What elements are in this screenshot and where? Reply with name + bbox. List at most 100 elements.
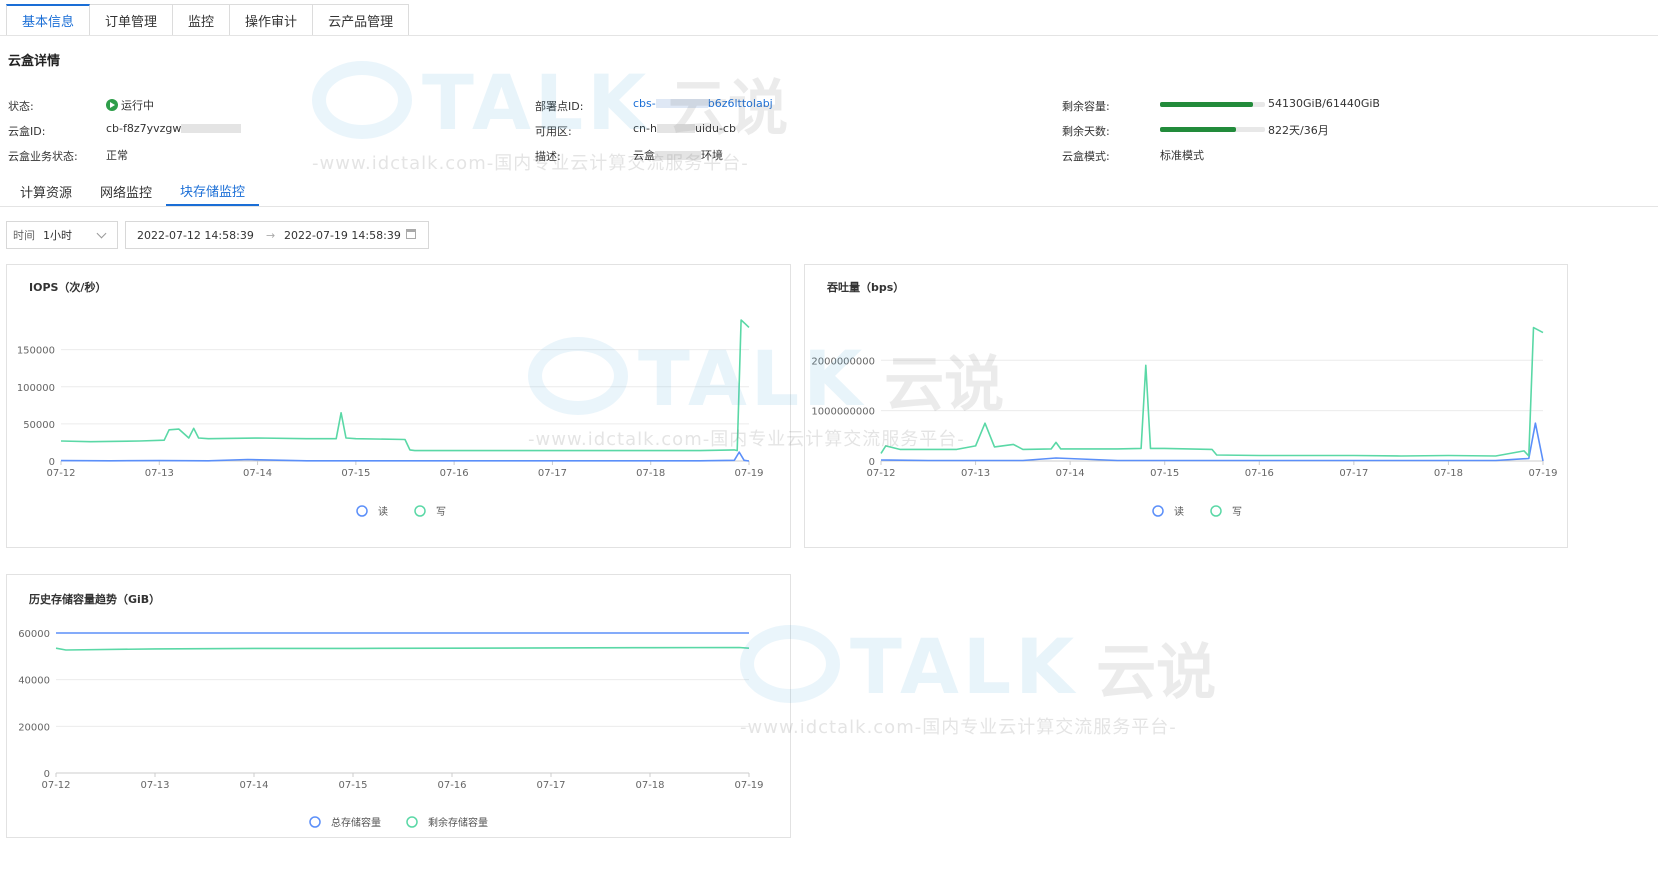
y-tick-label: 0 [869, 457, 875, 468]
chevron-down-icon [96, 228, 107, 239]
legend-marker[interactable] [414, 505, 426, 517]
desc-label: 描述: [535, 150, 561, 163]
time-granularity-select[interactable]: 时间 1小时 [6, 221, 118, 249]
range-end[interactable]: 2022-07-19 14:58:39 [284, 229, 401, 242]
legend-marker[interactable] [309, 816, 321, 828]
capacity-label: 剩余容量: [1062, 100, 1110, 113]
zone-tail: uidu-cb [694, 122, 736, 135]
tab-network-monitor[interactable]: 网络监控 [86, 176, 166, 206]
page-title: 云盒详情 [8, 54, 61, 69]
x-tick-label: 07-18 [635, 780, 664, 791]
tab-cloud-products[interactable]: 云产品管理 [313, 4, 410, 36]
legend-label[interactable]: 写 [436, 506, 446, 518]
watermark-logo [312, 61, 412, 139]
node-id-link[interactable]: cbs-b6z6lttolabj [633, 97, 773, 110]
capacity-value: 54130GiB/61440GiB [1268, 97, 1380, 110]
tab-compute[interactable]: 计算资源 [6, 176, 86, 206]
range-start[interactable]: 2022-07-12 14:58:39 [137, 229, 254, 242]
redacted-block [181, 124, 242, 133]
y-tick-label: 2000000000 [811, 356, 875, 367]
x-tick-label: 07-19 [734, 780, 763, 791]
running-status-icon [106, 99, 118, 111]
legend-marker[interactable] [356, 505, 368, 517]
zone-label: 可用区: [535, 125, 572, 138]
days-progress-bar [1160, 127, 1265, 132]
x-tick-label: 07-17 [538, 468, 567, 479]
x-tick-label: 07-12 [866, 468, 895, 479]
x-tick-label: 07-15 [341, 468, 370, 479]
redacted-block [656, 124, 695, 133]
capacity-progress-bar [1160, 102, 1265, 107]
node-id-label: 部署点ID: [535, 100, 584, 113]
chart-title: IOPS（次/秒） [29, 280, 106, 294]
x-tick-label: 07-15 [338, 780, 367, 791]
y-tick-label: 100000 [17, 383, 55, 394]
legend-label[interactable]: 读 [378, 505, 388, 518]
watermark-sub: -www.idctalk.com-国内专业云计算交流服务平台- [740, 717, 1177, 738]
throughput-chart-panel: 吞吐量（bps） 0 1000000000 2000000000 07-12 07-13 0… [804, 264, 1568, 548]
legend-label[interactable]: 写 [1232, 506, 1242, 518]
y-tick-label: 20000 [18, 722, 50, 733]
iops-chart: IOPS（次/秒） 0 50000 100000 150000 07-12 07-13 07-… [17, 280, 764, 518]
x-tick-label: 07-19 [1528, 468, 1557, 479]
days-progress-fill [1160, 127, 1236, 132]
x-tick-label: 07-16 [440, 468, 469, 479]
legend-label[interactable]: 剩余存储容量 [428, 816, 488, 829]
x-tick-label: 07-14 [243, 468, 272, 479]
top-tab-bar: 基本信息 订单管理 监控 操作审计 云产品管理 [6, 4, 410, 36]
y-tick-label: 150000 [17, 346, 55, 357]
series-line-0 [60, 451, 750, 462]
date-range-picker[interactable]: 2022-07-12 14:58:39 → 2022-07-19 14:58:3… [125, 221, 429, 249]
capacity-trend-chart: 历史存储容量趋势（GiB） 0 20000 40000 60000 07-12 07-13 0… [18, 592, 763, 829]
x-tick-label: 07-13 [145, 468, 174, 479]
node-id-text: cbs- [633, 97, 656, 110]
legend-label[interactable]: 总存储容量 [331, 816, 381, 829]
zone-text: cn-h [633, 122, 657, 135]
desc-tail: 环境 [701, 149, 723, 162]
calendar-icon[interactable] [406, 229, 416, 239]
legend-marker[interactable] [1152, 505, 1164, 517]
watermark: TALK云说 -www.idctalk.com-国内专业云计算交流服务平台- [740, 622, 1216, 739]
status-value: 运行中 [106, 97, 154, 113]
tab-monitor[interactable]: 监控 [173, 4, 231, 36]
mode-label: 云盒模式: [1062, 150, 1110, 163]
x-tick-label: 07-17 [1339, 468, 1368, 479]
x-tick-label: 07-17 [536, 780, 565, 791]
x-tick-label: 07-16 [1245, 468, 1274, 479]
redacted-block [655, 99, 708, 108]
range-arrow: → [266, 229, 276, 242]
desc-text: 云盒 [633, 149, 655, 162]
redacted-block [655, 151, 701, 160]
legend-marker[interactable] [406, 816, 418, 828]
sub-divider [0, 206, 1658, 207]
x-tick-label: 07-13 [140, 780, 169, 791]
biz-status-label: 云盒业务状态: [8, 150, 78, 163]
legend-label[interactable]: 读 [1174, 505, 1184, 518]
capacity-trend-chart-panel: 历史存储容量趋势（GiB） 0 20000 40000 60000 07-12 07-13 0… [6, 574, 791, 838]
tab-basic-info[interactable]: 基本信息 [6, 4, 91, 36]
y-tick-label: 50000 [23, 420, 55, 431]
watermark-cn: 云说 [1096, 638, 1217, 708]
status-text: 运行中 [121, 99, 154, 112]
box-id-value: cb-f8z7yvzgw [106, 122, 242, 135]
x-tick-label: 07-14 [239, 780, 268, 791]
node-id-tail: b6z6lttolabj [707, 97, 773, 110]
days-label: 剩余天数: [1062, 125, 1110, 138]
x-tick-label: 07-16 [437, 780, 466, 791]
tab-block-storage-monitor[interactable]: 块存储监控 [166, 176, 260, 206]
monitor-sub-tabs: 计算资源 网络监控 块存储监控 [6, 176, 260, 206]
legend-marker[interactable] [1210, 505, 1222, 517]
time-label: 时间 [13, 229, 35, 242]
biz-status-value: 正常 [106, 149, 128, 162]
mode-value: 标准模式 [1160, 149, 1204, 162]
x-tick-label: 07-12 [41, 780, 70, 791]
time-value: 1小时 [43, 229, 72, 242]
y-tick-label: 0 [49, 457, 55, 468]
desc-value: 云盒 环境 [633, 147, 723, 163]
tab-orders[interactable]: 订单管理 [90, 4, 174, 36]
x-tick-label: 07-13 [961, 468, 990, 479]
x-tick-label: 07-12 [46, 468, 75, 479]
tab-audit[interactable]: 操作审计 [230, 4, 314, 36]
x-tick-label: 07-15 [1150, 468, 1179, 479]
x-tick-label: 07-18 [636, 468, 665, 479]
